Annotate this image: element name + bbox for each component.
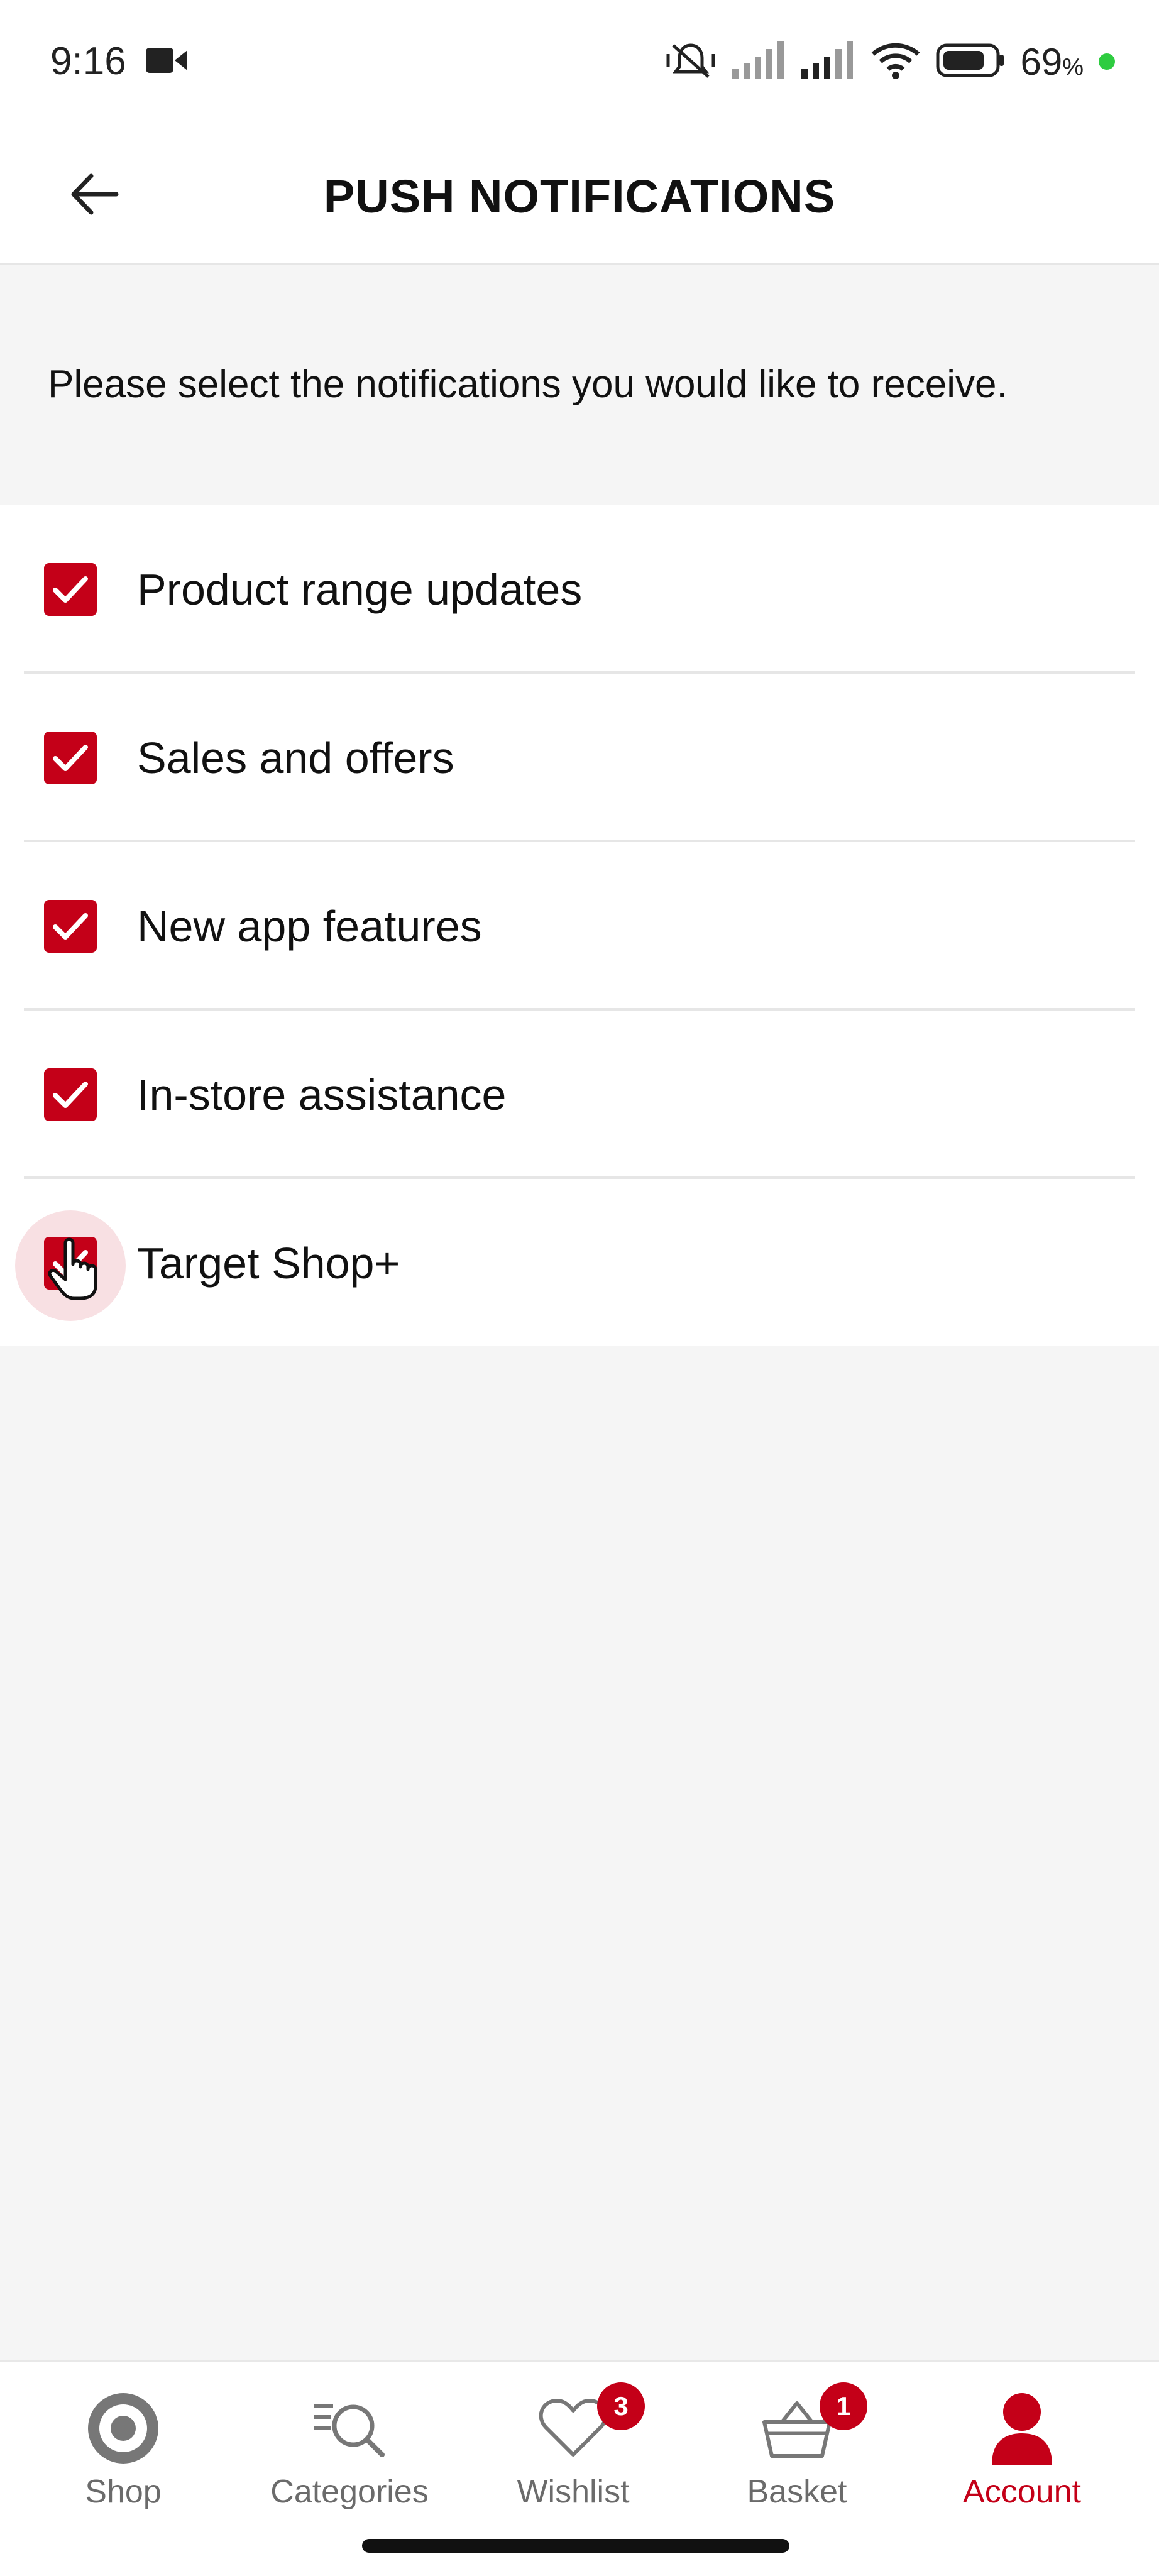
option-label: In-store assistance	[137, 1070, 507, 1119]
status-bar: 9:16 69%	[0, 0, 1159, 126]
nav-label: Account	[963, 2474, 1081, 2510]
option-label: Target Shop+	[137, 1239, 400, 1288]
checkbox-checked[interactable]	[44, 732, 97, 784]
option-new-app-features[interactable]: New app features	[0, 842, 1159, 1011]
status-icons: 69%	[664, 36, 1115, 87]
option-in-store-assistance[interactable]: In-store assistance	[0, 1011, 1159, 1179]
battery-value: 69	[1020, 40, 1063, 83]
signal-icon	[801, 41, 855, 82]
nav-basket[interactable]: 1 Basket	[703, 2382, 891, 2513]
categories-search-icon	[255, 2387, 444, 2469]
check-icon	[53, 1082, 88, 1108]
notification-options-list: Product range updates Sales and offers N…	[0, 505, 1159, 1346]
nav-label: Wishlist	[517, 2474, 630, 2510]
intro-section: Please select the notifications you woul…	[0, 265, 1159, 505]
target-logo-icon	[29, 2387, 217, 2469]
intro-text: Please select the notifications you woul…	[48, 363, 1008, 406]
battery-icon	[936, 43, 1005, 80]
check-icon	[53, 913, 88, 940]
nav-categories[interactable]: Categories	[255, 2387, 444, 2513]
option-label: New app features	[137, 902, 482, 951]
basket-badge: 1	[820, 2382, 867, 2430]
nav-shop[interactable]: Shop	[29, 2387, 217, 2513]
basket-icon: 1	[703, 2382, 891, 2469]
app-header: PUSH NOTIFICATIONS	[0, 126, 1159, 265]
nav-label: Basket	[747, 2474, 847, 2510]
option-product-range-updates[interactable]: Product range updates	[0, 505, 1159, 674]
nav-wishlist[interactable]: 3 Wishlist	[479, 2382, 667, 2513]
option-label: Product range updates	[137, 565, 583, 614]
check-icon	[53, 576, 88, 603]
muted-vibrate-icon	[664, 40, 717, 84]
privacy-indicator-dot	[1099, 53, 1115, 70]
nav-account[interactable]: Account	[928, 2387, 1116, 2513]
nav-label: Categories	[270, 2474, 429, 2510]
check-icon	[53, 745, 88, 771]
heart-icon: 3	[479, 2382, 667, 2469]
home-indicator[interactable]	[362, 2539, 789, 2553]
signal-icon	[732, 41, 786, 82]
option-label: Sales and offers	[137, 733, 454, 782]
checkbox-checked[interactable]	[44, 1068, 97, 1121]
option-target-shop-plus[interactable]: Target Shop+	[0, 1179, 1159, 1347]
battery-percent: 69%	[1020, 40, 1084, 84]
page-title: PUSH NOTIFICATIONS	[323, 170, 836, 222]
nav-label: Shop	[85, 2474, 162, 2510]
person-icon	[928, 2387, 1116, 2469]
pointer-hand-icon	[47, 1237, 103, 1303]
status-time: 9:16	[50, 40, 126, 83]
checkbox-checked[interactable]	[44, 900, 97, 953]
option-sales-and-offers[interactable]: Sales and offers	[0, 674, 1159, 842]
video-camera-icon	[146, 45, 187, 79]
battery-unit: %	[1062, 53, 1084, 80]
wifi-icon	[871, 41, 921, 82]
checkbox-checked[interactable]	[44, 563, 97, 616]
wishlist-badge: 3	[597, 2382, 645, 2430]
